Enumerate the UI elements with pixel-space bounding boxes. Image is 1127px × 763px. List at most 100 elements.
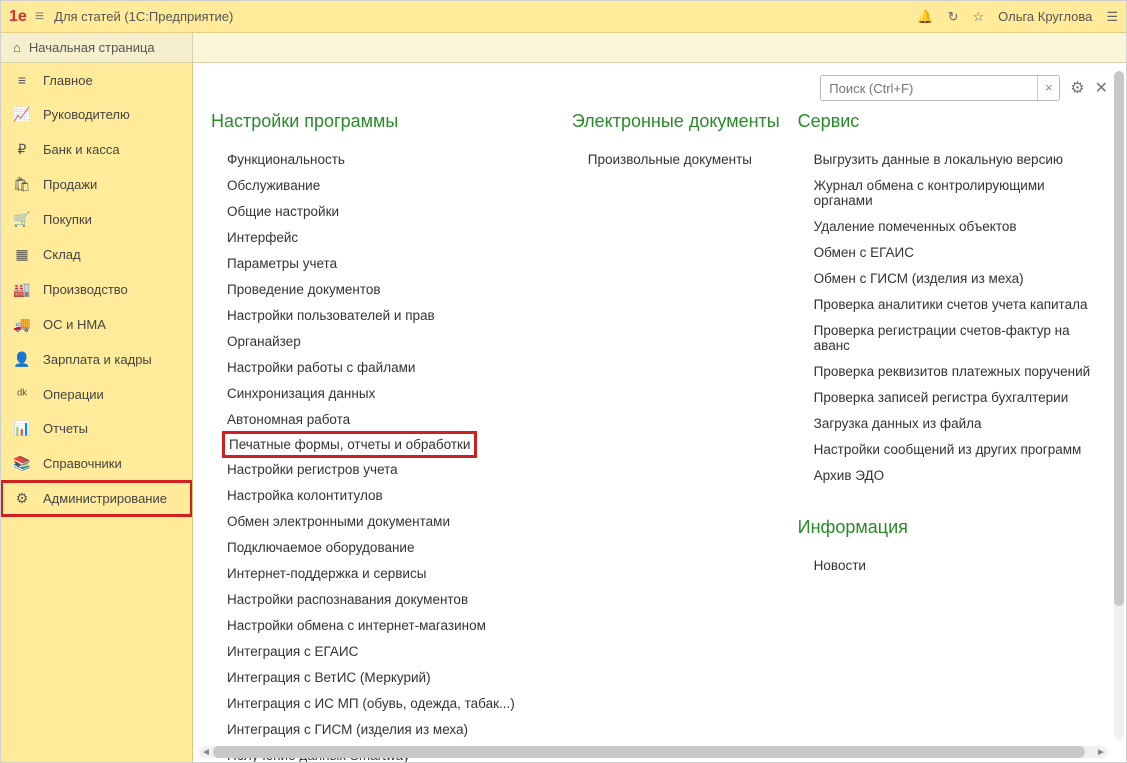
sidebar-item-6[interactable]: 🏭Производство <box>1 272 192 307</box>
menu-link[interactable]: Настройки регистров учета <box>225 458 400 481</box>
menu-link[interactable]: Функциональность <box>225 148 347 171</box>
search-box[interactable]: × <box>820 75 1060 101</box>
content: × ⚙ ✕ Настройки программы Функциональнос… <box>193 63 1126 762</box>
menu-link[interactable]: Архив ЭДО <box>812 464 886 487</box>
menu-link[interactable]: Настройки обмена с интернет-магазином <box>225 614 488 637</box>
sidebar-item-2[interactable]: ₽Банк и касса <box>1 132 192 167</box>
sidebar-icon: 🏭 <box>13 281 31 298</box>
close-icon[interactable]: ✕ <box>1095 78 1108 98</box>
sidebar-label: Справочники <box>43 456 122 471</box>
columns: Настройки программы ФункциональностьОбсл… <box>193 63 1126 762</box>
menu-link[interactable]: Интеграция с ЕГАИС <box>225 640 360 663</box>
sidebar-item-8[interactable]: 👤 Зарплата и кадры <box>1 342 192 377</box>
sidebar-item-11[interactable]: 📚 Справочники <box>1 446 192 481</box>
menu-link[interactable]: Автономная работа <box>225 408 352 431</box>
menu-link[interactable]: Проверка аналитики счетов учета капитала <box>812 293 1090 316</box>
menu-link[interactable]: Проверка регистрации счетов-фактур на ав… <box>812 319 1108 357</box>
menu-link[interactable]: Подключаемое оборудование <box>225 536 416 559</box>
sidebar: ≡ Главное 📈Руководителю₽Банк и касса 🛍 Прода… <box>1 63 193 762</box>
sidebar-item-3[interactable]: 🛍 Продажи <box>1 167 192 202</box>
menu-link[interactable]: Настройки работы с файлами <box>225 356 417 379</box>
sidebar-icon: ₽ <box>13 141 31 158</box>
menu-link[interactable]: Синхронизация данных <box>225 382 377 405</box>
scroll-right-icon[interactable]: ► <box>1094 747 1108 758</box>
vertical-scrollbar[interactable] <box>1114 71 1124 740</box>
sidebar-icon: 🛍 <box>13 176 31 193</box>
gear-icon[interactable]: ⚙ <box>1070 78 1084 98</box>
menu-link[interactable]: Общие настройки <box>225 200 341 223</box>
menu-link[interactable]: Журнал обмена с контролирующими органами <box>812 174 1108 212</box>
sidebar-label: Отчеты <box>43 421 88 436</box>
menu-link[interactable]: Интеграция с ИС МП (обувь, одежда, табак… <box>225 692 517 715</box>
menu-link[interactable]: Произвольные документы <box>586 148 754 171</box>
scrollbar-thumb[interactable] <box>1114 71 1124 606</box>
sidebar-label: Главное <box>43 73 93 88</box>
menu-link[interactable]: Настройки распознавания документов <box>225 588 470 611</box>
content-topbar: × ⚙ ✕ <box>820 75 1108 101</box>
sidebar-icon: 🛒 <box>13 211 31 228</box>
menu-link[interactable]: Интеграция с ГИСМ (изделия из меха) <box>225 718 470 741</box>
menu-link[interactable]: Обмен с ГИСМ (изделия из меха) <box>812 267 1026 290</box>
sidebar-item-0[interactable]: ≡ Главное <box>1 63 192 97</box>
sidebar-item-1[interactable]: 📈Руководителю <box>1 97 192 132</box>
window-title: Для статей (1С:Предприятие) <box>54 9 917 24</box>
menu-link[interactable]: Настройки сообщений из других программ <box>812 438 1084 461</box>
sidebar-label: Операции <box>43 387 104 402</box>
settings-lines-icon[interactable]: ☰ <box>1106 9 1118 25</box>
menu-link[interactable]: Интерфейс <box>225 226 300 249</box>
menu-link[interactable]: Интернет-поддержка и сервисы <box>225 562 428 585</box>
scrollbar-thumb-h[interactable] <box>213 746 1085 758</box>
sidebar-label: Покупки <box>43 212 92 227</box>
menu-link[interactable]: Выгрузить данные в локальную версию <box>812 148 1065 171</box>
scroll-left-icon[interactable]: ◄ <box>199 747 213 758</box>
menu-link[interactable]: Настройки пользователей и прав <box>225 304 437 327</box>
sidebar-icon: 👤 <box>13 351 31 368</box>
sidebar-icon: ≡ <box>13 72 31 88</box>
clear-search-icon[interactable]: × <box>1037 76 1059 100</box>
sidebar-item-9[interactable]: ᵈᵏОперации <box>1 377 192 411</box>
heading-edocs: Электронные документы <box>572 111 788 132</box>
history-icon[interactable]: ↻ <box>948 9 959 25</box>
sidebar-icon: 📊 <box>13 420 31 437</box>
menu-link[interactable]: Печатные формы, отчеты и обработки <box>225 434 474 455</box>
menu-link[interactable]: Загрузка данных из файла <box>812 412 984 435</box>
home-button[interactable]: ⌂ Начальная страница <box>1 33 193 62</box>
column-service: Сервис Выгрузить данные в локальную верс… <box>798 111 1108 752</box>
bell-icon[interactable]: 🔔 <box>917 9 933 25</box>
menu-link[interactable]: Органайзер <box>225 330 303 353</box>
scrollbar-track[interactable] <box>213 746 1094 758</box>
menu-link[interactable]: Обслуживание <box>225 174 322 197</box>
sidebar-icon: 🚚 <box>13 316 31 333</box>
sidebar-item-7[interactable]: 🚚ОС и НМА <box>1 307 192 342</box>
sidebar-item-10[interactable]: 📊 Отчеты <box>1 411 192 446</box>
search-input[interactable] <box>821 81 1037 96</box>
horizontal-scrollbar[interactable]: ◄ ► <box>199 746 1108 758</box>
sidebar-icon: ⚙ <box>13 490 31 507</box>
menu-link[interactable]: Удаление помеченных объектов <box>812 215 1019 238</box>
menu-link[interactable]: Параметры учета <box>225 252 339 275</box>
menu-link[interactable]: Обмен с ЕГАИС <box>812 241 916 264</box>
home-icon: ⌂ <box>13 40 21 55</box>
menu-link[interactable]: Проведение документов <box>225 278 383 301</box>
sidebar-item-5[interactable]: ▦ Склад <box>1 237 192 272</box>
sidebar-label: Зарплата и кадры <box>43 352 152 367</box>
sidebar-label: Продажи <box>43 177 97 192</box>
sidebar-item-4[interactable]: 🛒 Покупки <box>1 202 192 237</box>
sidebar-item-12[interactable]: ⚙Администрирование <box>1 481 192 516</box>
menu-link[interactable]: Проверка записей регистра бухгалтерии <box>812 386 1071 409</box>
titlebar-actions: 🔔 ↻ ☆ Ольга Круглова ☰ <box>917 9 1118 25</box>
sidebar-label: Склад <box>43 247 81 262</box>
star-icon[interactable]: ☆ <box>973 9 985 25</box>
home-label: Начальная страница <box>29 40 155 55</box>
menu-link[interactable]: Интеграция с ВетИС (Меркурий) <box>225 666 433 689</box>
menu-link[interactable]: Обмен электронными документами <box>225 510 452 533</box>
titlebar: 1e ≡ Для статей (1С:Предприятие) 🔔 ↻ ☆ О… <box>1 1 1126 33</box>
main-menu-icon[interactable]: ≡ <box>35 8 44 26</box>
menu-link[interactable]: Новости <box>812 554 868 577</box>
menu-link[interactable]: Проверка реквизитов платежных поручений <box>812 360 1093 383</box>
user-name[interactable]: Ольга Круглова <box>998 9 1092 24</box>
sidebar-icon: 📚 <box>13 455 31 472</box>
sidebar-icon: ▦ <box>13 246 31 263</box>
menu-link[interactable]: Настройка колонтитулов <box>225 484 385 507</box>
app-logo: 1e <box>9 8 27 26</box>
